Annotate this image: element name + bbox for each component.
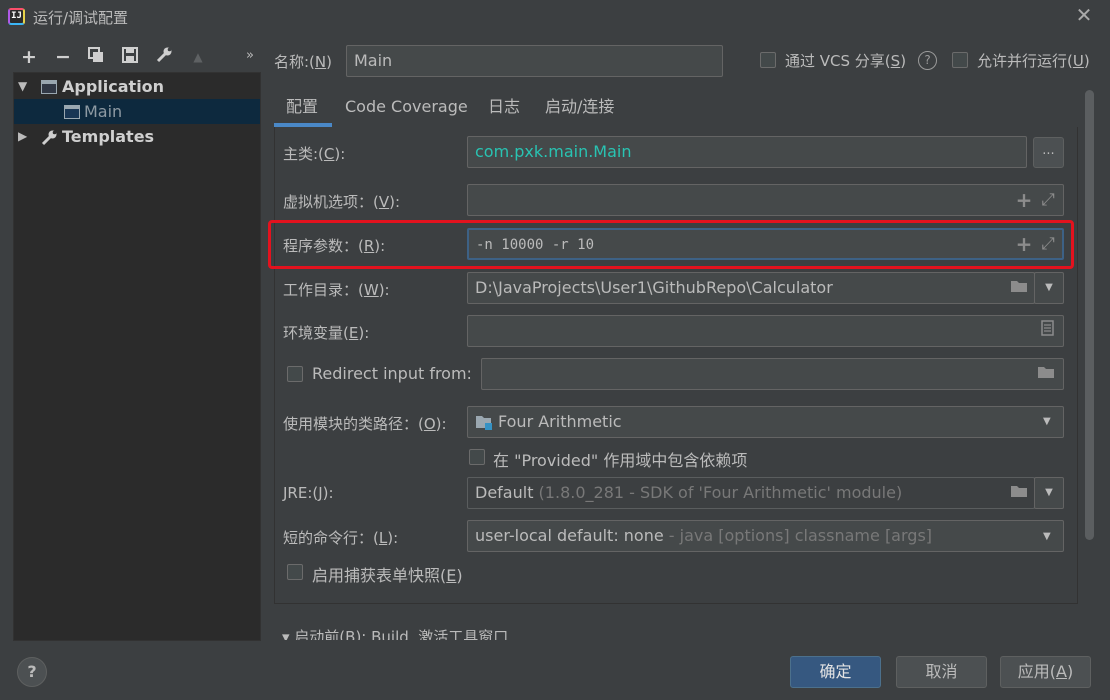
redirect-input-label: Redirect input from:	[312, 364, 472, 383]
module-folder-icon	[475, 414, 493, 434]
vm-options-label: 虚拟机选项：(V):	[283, 193, 401, 211]
save-configuration-icon[interactable]	[118, 45, 142, 69]
vertical-scrollbar[interactable]	[1085, 90, 1094, 540]
ok-button[interactable]: 确定	[790, 656, 881, 688]
allow-parallel-label: 允许并行运行(U)	[977, 52, 1090, 70]
remove-configuration-icon[interactable]: −	[51, 45, 75, 69]
more-actions-icon[interactable]: »	[246, 48, 254, 63]
shorten-command-line-select[interactable]: user-local default: none - java [options…	[467, 520, 1064, 552]
wrench-icon[interactable]	[152, 45, 176, 69]
capture-snapshots-checkbox[interactable]	[287, 564, 303, 580]
chevron-down-icon[interactable]: ▼	[1043, 531, 1051, 542]
wrench-icon	[41, 124, 58, 149]
plus-icon[interactable]: +	[1013, 233, 1035, 255]
add-configuration-icon[interactable]: +	[17, 45, 41, 69]
name-label: 名称:(N)	[274, 53, 332, 71]
folder-icon[interactable]	[1008, 277, 1030, 299]
run-config-icon	[64, 105, 80, 119]
program-arguments-input[interactable]: -n 10000 -r 10	[467, 228, 1064, 260]
document-icon[interactable]	[1036, 320, 1058, 342]
tab-logs[interactable]: 日志	[488, 94, 520, 128]
include-provided-checkbox[interactable]	[469, 449, 485, 465]
plus-icon[interactable]: +	[1013, 189, 1035, 211]
close-icon[interactable]: ✕	[1072, 3, 1096, 27]
jre-input[interactable]: Default (1.8.0_281 - SDK of 'Four Arithm…	[467, 477, 1035, 509]
title-bar	[0, 0, 1110, 34]
tab-code-coverage[interactable]: Code Coverage	[345, 94, 468, 128]
module-classpath-select[interactable]: Four Arithmetic	[467, 406, 1064, 438]
browse-main-class-button[interactable]: ...	[1033, 137, 1064, 168]
main-class-input[interactable]: com.pxk.main.Main	[467, 136, 1027, 168]
window-title: 运行/调试配置	[33, 9, 129, 27]
chevron-down-icon[interactable]: ▼	[1043, 416, 1051, 427]
module-classpath-label: 使用模块的类路径：(O):	[283, 415, 447, 433]
name-input[interactable]: Main	[346, 45, 723, 77]
folder-icon[interactable]	[1008, 482, 1030, 504]
tree-item-main[interactable]: Main	[14, 99, 260, 124]
program-arguments-label: 程序参数：(R):	[283, 237, 386, 255]
main-class-label: 主类:(C):	[283, 145, 346, 163]
redirect-input-field[interactable]	[481, 358, 1064, 390]
chevron-down-icon[interactable]: ▼	[1034, 272, 1064, 304]
share-vcs-label: 通过 VCS 分享(S)	[785, 52, 907, 70]
share-vcs-checkbox[interactable]	[760, 52, 776, 68]
folder-icon[interactable]	[1035, 363, 1057, 385]
vm-options-input[interactable]	[467, 184, 1064, 216]
intellij-app-icon: IJ	[8, 8, 25, 25]
copy-configuration-icon[interactable]	[84, 45, 108, 69]
expand-arrow-icon[interactable]: ▼	[18, 74, 27, 99]
redirect-input-checkbox[interactable]	[287, 366, 303, 382]
tab-startup-connection[interactable]: 启动/连接	[545, 94, 614, 128]
jre-label: JRE:(J):	[283, 484, 334, 502]
tree-item-templates[interactable]: ▶ Templates	[14, 124, 260, 149]
collapse-arrow-icon[interactable]: ▶	[18, 124, 27, 149]
cancel-button[interactable]: 取消	[896, 656, 987, 688]
environment-variables-input[interactable]	[467, 315, 1064, 347]
application-icon	[41, 80, 57, 94]
tree-item-label: Application	[62, 77, 165, 96]
working-directory-input[interactable]: D:\JavaProjects\User1\GithubRepo\Calcula…	[467, 272, 1035, 304]
chevron-down-icon[interactable]: ▼	[1034, 477, 1064, 509]
tree-item-label: Templates	[62, 127, 155, 146]
expand-icon[interactable]: ⤢	[1037, 233, 1059, 255]
capture-snapshots-label: 启用捕获表单快照(E)	[312, 566, 463, 585]
apply-button[interactable]: 应用(A)	[1000, 656, 1091, 688]
environment-variables-label: 环境变量(E):	[283, 324, 370, 342]
expand-icon[interactable]: ⤢	[1037, 189, 1059, 211]
tree-item-label: Main	[84, 102, 123, 121]
working-directory-label: 工作目录：(W):	[283, 281, 390, 299]
tree-item-application[interactable]: ▼ Application	[14, 74, 260, 99]
help-icon[interactable]: ?	[918, 51, 937, 70]
configuration-tree[interactable]: ▼ Application Main ▶ Templates	[13, 72, 261, 641]
move-up-icon[interactable]: ▲	[186, 45, 210, 69]
before-launch-section[interactable]: ▾ 启动前(B): Build, 激活工具窗口	[282, 626, 508, 640]
include-provided-label: 在 "Provided" 作用域中包含依赖项	[493, 451, 748, 470]
help-button[interactable]: ?	[17, 657, 47, 687]
shorten-command-line-label: 短的命令行：(L):	[283, 529, 399, 547]
allow-parallel-checkbox[interactable]	[952, 52, 968, 68]
